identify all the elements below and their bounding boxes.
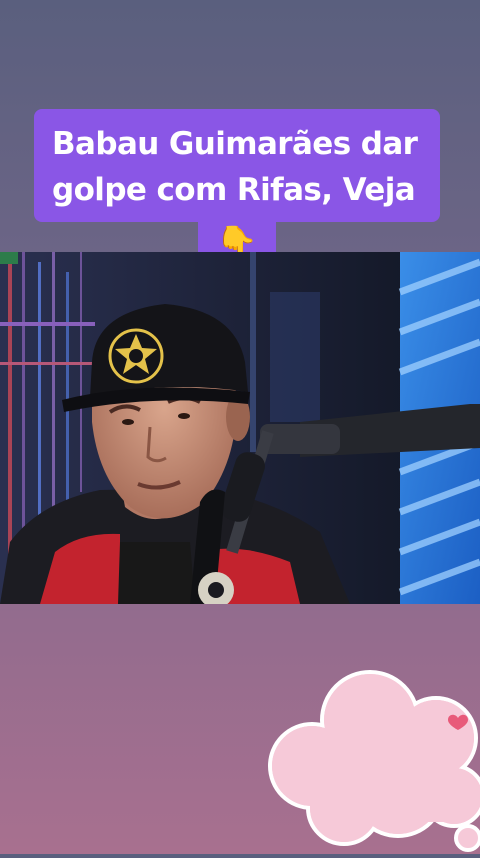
video-scene	[0, 252, 480, 604]
video-frame[interactable]	[0, 252, 480, 604]
caption-banner: Babau Guimarães dar golpe com Rifas, Vej…	[34, 109, 440, 222]
caption-line-1: Babau Guimarães dar	[52, 126, 418, 162]
caption-line-2: golpe com Rifas, Veja	[52, 172, 416, 208]
thought-cloud-icon	[258, 662, 480, 854]
